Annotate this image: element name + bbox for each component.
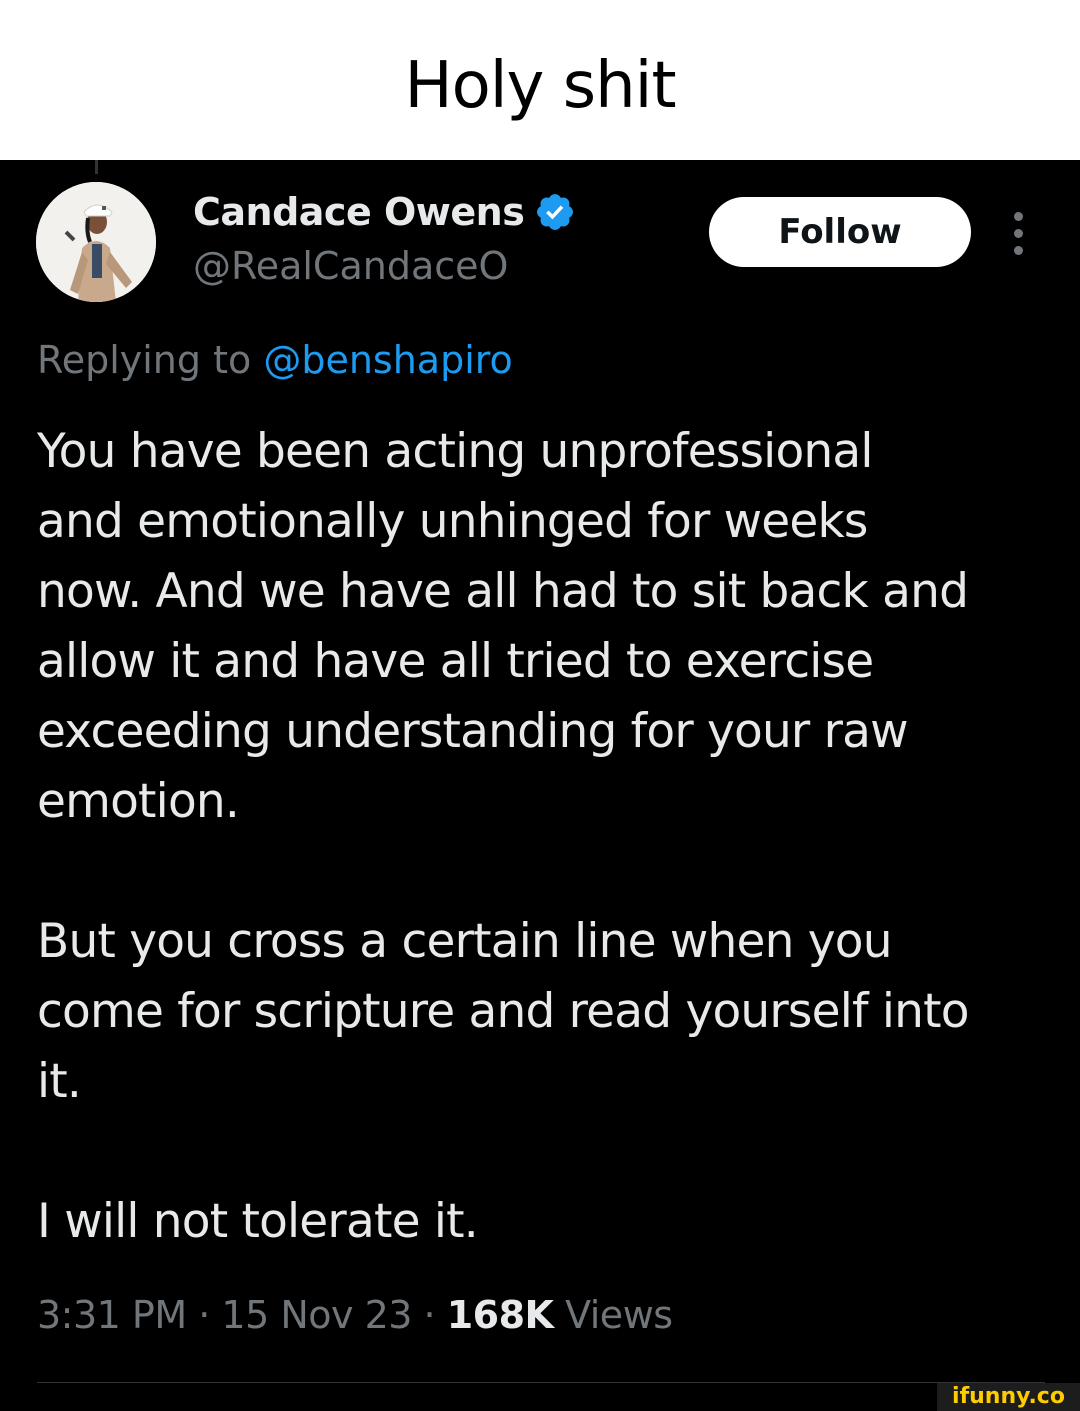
verified-badge-icon: [534, 191, 576, 233]
divider: [37, 1382, 1045, 1383]
meta-separator: ·: [423, 1293, 436, 1337]
author-display-name[interactable]: Candace Owens: [193, 190, 525, 234]
tweet-paragraph: I will not tolerate it.: [37, 1194, 479, 1249]
meta-separator: ·: [198, 1293, 210, 1337]
avatar-photo: [36, 182, 156, 302]
author-name-row[interactable]: Candace Owens: [193, 190, 576, 234]
replying-to-line: Replying to @benshapiro: [37, 338, 513, 382]
more-vertical-icon[interactable]: [1004, 212, 1034, 256]
views-count[interactable]: 168K: [447, 1293, 554, 1337]
tweet-paragraph: But you cross a certain line when you co…: [37, 914, 970, 1109]
tweet-metadata: 3:31 PM · 15 Nov 23 · 168K Views: [37, 1293, 673, 1337]
tweet-paragraph: You have been acting unprofessional and …: [37, 424, 969, 829]
tweet-card: Candace Owens @RealCandaceO Follow Reply…: [0, 160, 1080, 1411]
tweet-text: You have been acting unprofessional and …: [37, 417, 1057, 1257]
meme-caption: Holy shit: [0, 0, 1080, 160]
tweet-date[interactable]: 15 Nov 23: [221, 1293, 412, 1337]
avatar[interactable]: [36, 182, 156, 302]
thread-line: [95, 160, 98, 174]
author-handle[interactable]: @RealCandaceO: [193, 244, 508, 288]
more-dot: [1014, 246, 1023, 255]
reply-mention-link[interactable]: @benshapiro: [263, 338, 512, 382]
replying-to-label: Replying to: [37, 338, 252, 382]
ifunny-watermark: ifunny.co: [937, 1383, 1080, 1411]
tweet-time[interactable]: 3:31 PM: [37, 1293, 187, 1337]
more-dot: [1014, 212, 1023, 221]
views-label: Views: [565, 1293, 673, 1337]
more-dot: [1014, 229, 1023, 238]
follow-button[interactable]: Follow: [709, 197, 971, 267]
